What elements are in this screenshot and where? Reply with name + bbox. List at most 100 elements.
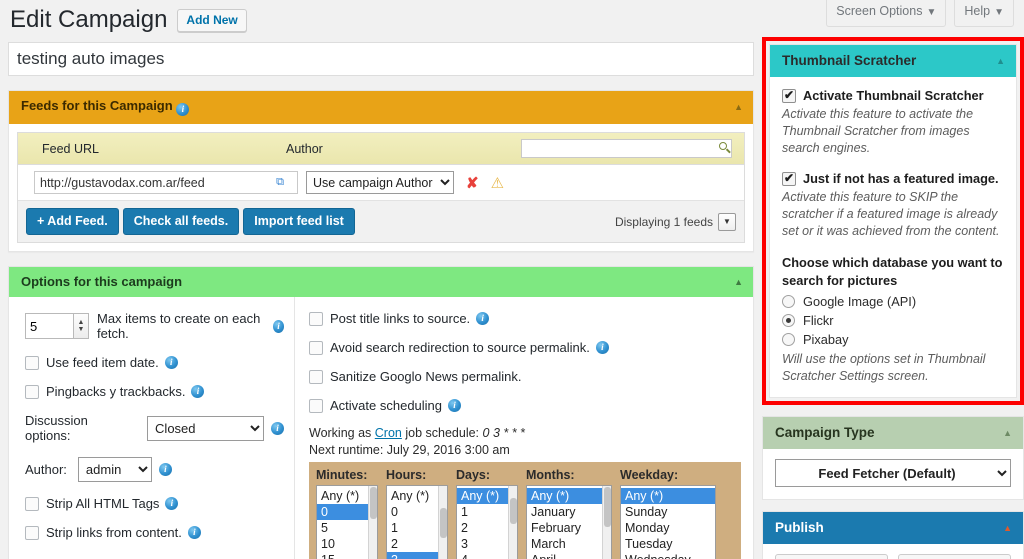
list-item[interactable]: January — [527, 504, 611, 520]
cron-listbox-days[interactable]: Any (*) 1 2 3 4 — [456, 485, 518, 559]
collapse-toggle-icon[interactable]: ▲ — [734, 102, 743, 112]
feed-author-select[interactable]: Use campaign Author — [306, 171, 454, 194]
feeds-search-input[interactable] — [521, 139, 732, 158]
feed-url-input[interactable] — [34, 171, 298, 194]
list-item[interactable]: Monday — [621, 520, 715, 536]
feeds-panel-header[interactable]: Feeds for this Campaign i ▲ — [9, 91, 753, 124]
collapse-toggle-icon[interactable]: ▲ — [1003, 523, 1012, 533]
activate-scratcher-row[interactable]: Activate Thumbnail Scratcher — [782, 88, 1004, 103]
max-items-input[interactable] — [25, 313, 73, 339]
sidebar-column: Thumbnail Scratcher ▲ Activate Thumbnail… — [762, 37, 1024, 559]
strip-links-checkbox[interactable] — [25, 525, 39, 540]
stepper-up-icon[interactable]: ▲ — [78, 319, 85, 326]
scrollbar[interactable] — [438, 486, 447, 559]
publish-action-button-right[interactable] — [898, 554, 1011, 559]
publish-title: Publish — [775, 520, 824, 535]
cron-list-weekday: Any (*) Sunday Monday Tuesday Wednesday — [621, 486, 715, 559]
discussion-options-select[interactable]: Closed — [147, 415, 265, 441]
list-item[interactable]: March — [527, 536, 611, 552]
publish-header[interactable]: Publish ▲ — [763, 512, 1023, 544]
cron-listbox-weekday[interactable]: Any (*) Sunday Monday Tuesday Wednesday — [620, 485, 716, 559]
help-label: Help — [964, 4, 991, 18]
skip-if-featured-checkbox[interactable] — [782, 171, 796, 186]
activate-scratcher-checkbox[interactable] — [782, 88, 796, 103]
external-link-icon[interactable]: ⧉ — [276, 176, 284, 189]
author-select[interactable]: admin — [77, 457, 152, 482]
add-new-button[interactable]: Add New — [177, 8, 247, 32]
stepper-down-icon[interactable]: ▼ — [78, 326, 85, 333]
use-feed-item-date-checkbox[interactable] — [25, 355, 39, 370]
cron-listbox-minutes[interactable]: Any (*) 0 5 10 15 — [316, 485, 378, 559]
campaign-type-header[interactable]: Campaign Type ▲ — [763, 417, 1023, 449]
info-icon[interactable]: i — [272, 319, 284, 333]
radio-google-image[interactable] — [782, 295, 795, 308]
list-item[interactable]: April — [527, 552, 611, 559]
per-page-select[interactable]: ▼ — [718, 212, 736, 231]
scratcher-footnote: Will use the options set in Thumbnail Sc… — [782, 352, 986, 383]
avoid-search-redirect-checkbox[interactable] — [309, 340, 323, 355]
thumbnail-scratcher-header[interactable]: Thumbnail Scratcher ▲ — [770, 45, 1016, 77]
publish-action-button-left[interactable] — [775, 554, 888, 559]
list-item[interactable]: Wednesday — [621, 552, 715, 559]
search-icon[interactable] — [719, 142, 727, 150]
info-icon[interactable]: i — [271, 421, 284, 435]
campaign-type-body: Feed Fetcher (Default) — [763, 449, 1023, 499]
info-icon[interactable]: i — [448, 399, 462, 412]
scrollbar[interactable] — [368, 486, 377, 559]
radio-pixabay[interactable] — [782, 333, 795, 346]
collapse-toggle-icon[interactable]: ▲ — [734, 277, 743, 287]
activate-scheduling-checkbox[interactable] — [309, 398, 323, 413]
info-icon[interactable]: i — [164, 356, 178, 369]
info-icon[interactable]: i — [191, 385, 205, 398]
use-feed-item-date-row[interactable]: Use feed item date. i — [25, 355, 284, 370]
check-all-feeds-button[interactable]: Check all feeds. — [122, 208, 240, 235]
chevron-down-icon: ▼ — [994, 7, 1004, 18]
max-items-stepper[interactable]: ▲ ▼ — [25, 313, 89, 339]
skip-if-featured-row[interactable]: Just if not has a featured image. — [782, 171, 1004, 186]
info-icon[interactable]: i — [165, 497, 179, 510]
info-icon[interactable]: i — [476, 312, 490, 325]
warning-icon[interactable]: ⚠ — [491, 174, 504, 192]
avoid-search-redirect-row[interactable]: Avoid search redirection to source perma… — [309, 340, 743, 355]
list-item[interactable]: Any (*) — [621, 488, 715, 504]
info-icon[interactable]: i — [176, 103, 190, 116]
cron-listbox-months[interactable]: Any (*) January February March April — [526, 485, 612, 559]
strip-html-checkbox[interactable] — [25, 496, 39, 511]
list-item[interactable]: February — [527, 520, 611, 536]
list-item[interactable]: Tuesday — [621, 536, 715, 552]
collapse-toggle-icon[interactable]: ▲ — [1003, 428, 1012, 438]
help-button[interactable]: Help ▼ — [954, 0, 1014, 27]
screen-options-button[interactable]: Screen Options ▼ — [826, 0, 947, 27]
strip-links-row[interactable]: Strip links from content. i — [25, 525, 284, 540]
stepper-arrows[interactable]: ▲ ▼ — [73, 313, 89, 339]
radio-flickr[interactable] — [782, 314, 795, 327]
post-title-links-checkbox[interactable] — [309, 311, 323, 326]
list-item[interactable]: Sunday — [621, 504, 715, 520]
import-feed-list-button[interactable]: Import feed list — [243, 208, 355, 235]
collapse-toggle-icon[interactable]: ▲ — [996, 56, 1005, 66]
campaign-title-input[interactable] — [8, 42, 754, 76]
info-icon[interactable]: i — [158, 463, 172, 476]
info-icon[interactable]: i — [595, 341, 609, 354]
campaign-type-select[interactable]: Feed Fetcher (Default) — [775, 459, 1011, 487]
database-option-flickr[interactable]: Flickr — [782, 313, 1004, 328]
cron-listbox-hours[interactable]: Any (*) 0 1 2 3 — [386, 485, 448, 559]
sanitize-google-news-row[interactable]: Sanitize Googlo News permalink. — [309, 369, 743, 384]
sanitize-google-news-checkbox[interactable] — [309, 369, 323, 384]
scrollbar[interactable] — [602, 486, 611, 559]
post-title-links-row[interactable]: Post title links to source. i — [309, 311, 743, 326]
scrollbar[interactable] — [508, 486, 517, 559]
skip-if-featured-label: Just if not has a featured image. — [803, 171, 999, 186]
pingbacks-row[interactable]: Pingbacks y trackbacks. i — [25, 384, 284, 399]
database-option-google[interactable]: Google Image (API) — [782, 294, 1004, 309]
add-feed-button[interactable]: + Add Feed. — [26, 208, 119, 235]
info-icon[interactable]: i — [187, 526, 201, 539]
cron-link[interactable]: Cron — [375, 426, 402, 440]
options-panel-header[interactable]: Options for this campaign ▲ — [9, 267, 753, 297]
database-option-pixabay[interactable]: Pixabay — [782, 332, 1004, 347]
delete-feed-icon[interactable]: ✘ — [466, 174, 479, 192]
list-item[interactable]: Any (*) — [527, 488, 611, 504]
strip-html-row[interactable]: Strip All HTML Tags i — [25, 496, 284, 511]
activate-scheduling-row[interactable]: Activate scheduling i — [309, 398, 743, 413]
pingbacks-checkbox[interactable] — [25, 384, 39, 399]
